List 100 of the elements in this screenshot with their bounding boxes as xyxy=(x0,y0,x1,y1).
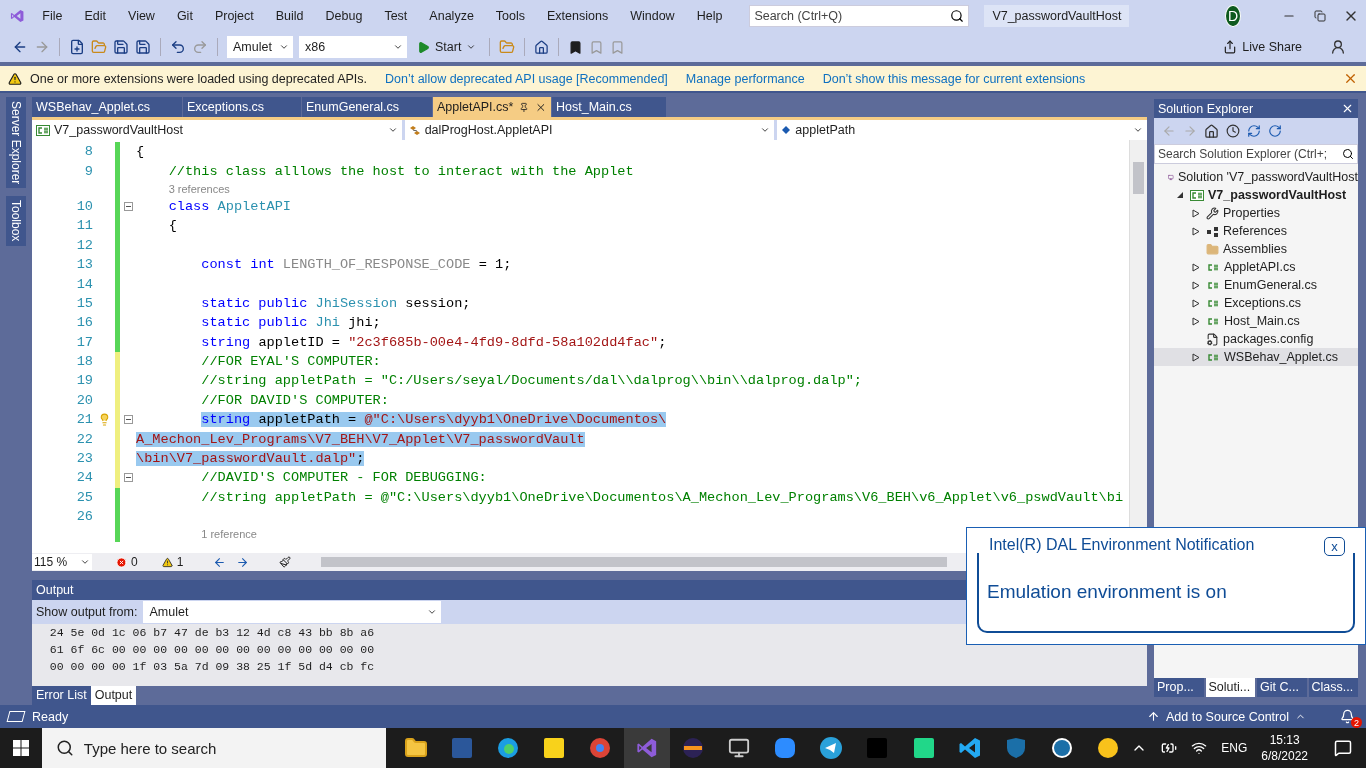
tree-item[interactable]: EnumGeneral.cs xyxy=(1154,276,1358,294)
back-icon[interactable] xyxy=(12,39,28,55)
code-editor-icon[interactable] xyxy=(957,736,982,760)
horizontal-scrollbar[interactable] xyxy=(321,557,947,567)
menu-item[interactable]: File xyxy=(31,9,74,23)
menu-item[interactable]: Project xyxy=(203,9,265,23)
account-avatar[interactable]: D xyxy=(1225,5,1241,27)
code-lens[interactable]: 3 references xyxy=(168,182,230,195)
tree-item[interactable]: Properties xyxy=(1154,204,1358,222)
collapsed-arrow-icon[interactable] xyxy=(1192,208,1200,218)
collapsed-arrow-icon[interactable] xyxy=(1192,352,1200,362)
tree-item[interactable]: References xyxy=(1154,222,1358,240)
zoom-dropdown[interactable]: 115 % xyxy=(32,554,92,570)
info-link[interactable]: Don’t allow deprecated API usage [Recommended] xyxy=(385,71,668,86)
collapsed-arrow-icon[interactable] xyxy=(1192,262,1200,272)
tree-item[interactable]: Assemblies xyxy=(1154,240,1358,258)
menu-item[interactable]: Build xyxy=(264,9,315,23)
menu-item[interactable]: Help xyxy=(685,9,734,23)
tree-item[interactable]: AppletAPI.cs xyxy=(1154,258,1358,276)
side-tab[interactable]: Server Explorer xyxy=(6,97,26,189)
undo-icon[interactable] xyxy=(170,39,186,55)
collapsed-arrow-icon[interactable] xyxy=(1192,280,1200,290)
close-icon[interactable] xyxy=(1343,71,1358,86)
clock[interactable]: 15:13 6/8/2022 xyxy=(1261,732,1308,764)
panel-tab[interactable]: Soluti... xyxy=(1205,678,1255,697)
taskbar-search-field[interactable]: Type here to search xyxy=(41,728,386,768)
back-icon[interactable] xyxy=(213,555,227,569)
menu-item[interactable]: Tools xyxy=(484,9,537,23)
collapsed-arrow-icon[interactable] xyxy=(1192,226,1200,236)
close-icon[interactable] xyxy=(1341,102,1354,115)
sync-icon[interactable] xyxy=(1247,124,1261,138)
editor-tab[interactable]: Exceptions.cs xyxy=(183,97,301,117)
tree-item[interactable]: packages.config xyxy=(1154,330,1358,348)
menu-item[interactable]: Debug xyxy=(314,9,374,23)
menu-item[interactable]: Analyze xyxy=(418,9,485,23)
info-link[interactable]: Manage performance xyxy=(685,71,805,86)
monitor-icon[interactable] xyxy=(727,737,750,759)
collapsed-arrow-icon[interactable] xyxy=(1192,298,1200,308)
tree-item[interactable]: Host_Main.cs xyxy=(1154,312,1358,330)
side-tab[interactable]: Toolbox xyxy=(6,196,26,246)
folder-icon[interactable] xyxy=(403,736,428,760)
action-center-icon[interactable] xyxy=(1334,739,1352,757)
collapse-icon[interactable] xyxy=(123,473,133,483)
refresh-icon[interactable] xyxy=(1268,124,1282,138)
expanded-arrow-icon[interactable] xyxy=(1176,191,1184,199)
paper-plane-icon[interactable] xyxy=(819,736,844,760)
navigation-dropdown[interactable]: V7_passwordVaultHost xyxy=(32,120,402,140)
code-lens[interactable]: 1 reference xyxy=(201,528,257,541)
menu-item[interactable]: Window xyxy=(619,9,686,23)
tree-item[interactable]: V7_passwordVaultHost xyxy=(1154,186,1358,204)
menu-item[interactable]: Git xyxy=(165,9,204,23)
info-link[interactable]: Don’t show this message for current extensions xyxy=(822,71,1086,86)
menu-item[interactable]: View xyxy=(117,9,166,23)
language-indicator[interactable]: ENG xyxy=(1221,741,1248,755)
browser-icon[interactable] xyxy=(588,736,613,760)
tree-item[interactable]: Exceptions.cs xyxy=(1154,294,1358,312)
editor-tab[interactable]: EnumGeneral.cs xyxy=(302,97,432,117)
menu-item[interactable]: Test xyxy=(373,9,419,23)
feedback-icon[interactable] xyxy=(1330,39,1346,55)
brush-icon[interactable] xyxy=(279,556,292,568)
collapse-icon[interactable] xyxy=(123,415,133,425)
new-file-icon[interactable] xyxy=(69,39,85,55)
circle-icon[interactable] xyxy=(1096,736,1121,760)
browser-icon[interactable] xyxy=(496,736,521,760)
panel-tab[interactable]: Output xyxy=(90,686,137,705)
panel-tab[interactable]: Class... xyxy=(1308,678,1358,697)
start-button[interactable]: Start xyxy=(413,40,481,54)
wifi-icon[interactable] xyxy=(1191,740,1208,756)
tree-item[interactable]: WSBehav_Applet.cs xyxy=(1154,348,1358,366)
bookmark-icon[interactable] xyxy=(568,39,584,55)
source-control-button[interactable]: Add to Source Control xyxy=(1141,708,1312,725)
sticky-notes-icon[interactable] xyxy=(542,736,567,760)
navigation-dropdown[interactable]: appletPath xyxy=(777,120,1147,140)
save-all-icon[interactable] xyxy=(135,39,151,55)
home-icon[interactable] xyxy=(1204,123,1219,139)
collapsed-arrow-icon[interactable] xyxy=(1192,316,1200,326)
menu-item[interactable]: Edit xyxy=(73,9,117,23)
search-field[interactable]: Search Solution Explorer (Ctrl+; xyxy=(1154,144,1358,164)
editor-tab[interactable]: Host_Main.cs xyxy=(552,97,666,117)
panel-tab[interactable]: Error List xyxy=(32,686,91,705)
save-icon[interactable] xyxy=(113,39,129,55)
panel-tab[interactable]: Prop... xyxy=(1154,678,1204,697)
panel-tab[interactable]: Git C... xyxy=(1257,678,1307,697)
tree-item[interactable]: Solution 'V7_passwordVaultHost xyxy=(1154,168,1358,186)
editor-tab[interactable]: AppletAPI.cs* xyxy=(433,97,551,117)
battery-icon[interactable] xyxy=(1161,740,1178,756)
editor-tab[interactable]: WSBehav_Applet.cs xyxy=(32,97,182,117)
vs-logo[interactable] xyxy=(635,737,658,759)
output-source-dropdown[interactable]: Amulet xyxy=(143,601,442,623)
menu-item[interactable]: Extensions xyxy=(536,9,620,23)
close-button[interactable]: x xyxy=(1324,537,1345,556)
search-field[interactable]: Search (Ctrl+Q) xyxy=(749,5,970,27)
live-share-button[interactable]: Live Share xyxy=(1217,39,1308,55)
warning-count[interactable]: 1 xyxy=(161,555,184,569)
configuration-dropdown[interactable]: Amulet xyxy=(227,36,293,58)
eclipse-icon[interactable] xyxy=(680,736,705,760)
collapse-icon[interactable] xyxy=(123,201,133,211)
home-icon[interactable] xyxy=(534,39,550,55)
navigation-dropdown[interactable]: dalProgHost.AppletAPI xyxy=(404,120,775,140)
forward-icon[interactable] xyxy=(236,555,250,569)
